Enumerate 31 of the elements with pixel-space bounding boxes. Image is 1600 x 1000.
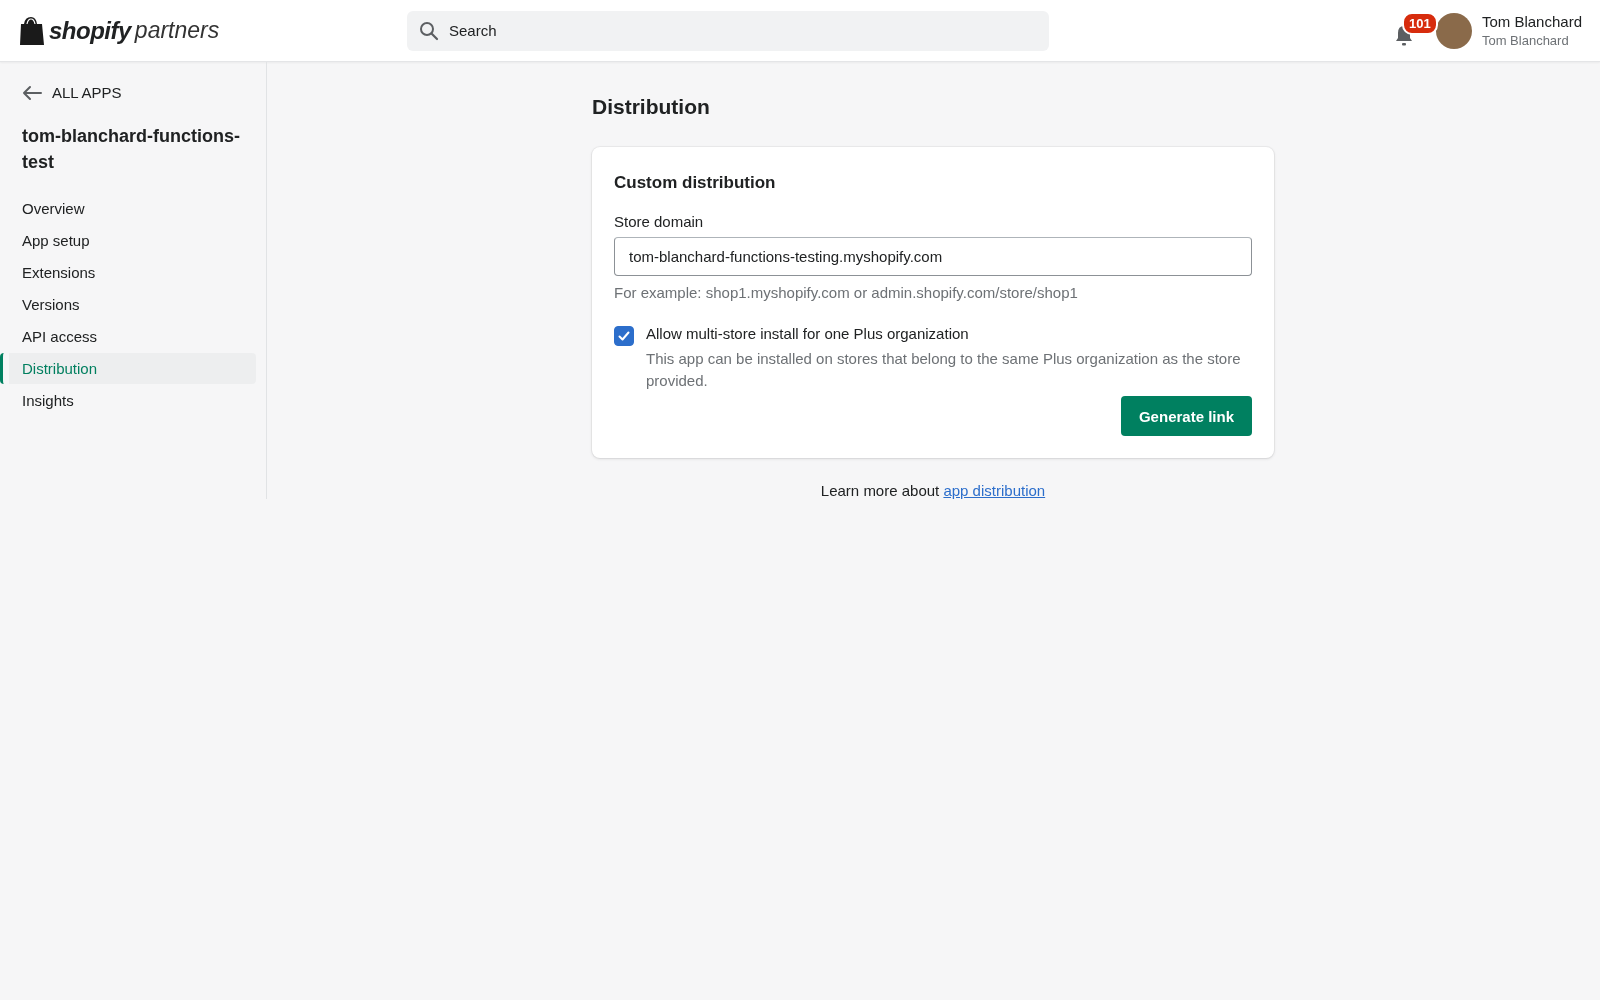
logo-text: partners: [134, 17, 220, 44]
search-field[interactable]: Search: [407, 10, 1049, 51]
arrow-left-icon: [22, 84, 42, 101]
checkbox-description: This app can be installed on stores that belong to the same Plus organization as the store provided.: [646, 349, 1242, 391]
input-field[interactable]: tom-blanchard-functions-testing.myshopify.com: [614, 237, 1252, 276]
logo-text: shopify: [49, 16, 131, 45]
sidebar-item[interactable]: Extensions: [0, 257, 256, 288]
footer-text: Learn more about app distribution: [819, 482, 1047, 499]
help-text: For example: shop1.myshopify.com or admin.shopify.com/store/shop1: [614, 284, 1079, 301]
sidebar-item[interactable]: App setup: [0, 225, 256, 256]
search-icon: [419, 20, 439, 41]
card-title: Custom distribution: [614, 173, 777, 193]
shopping-bag-icon: [18, 15, 45, 46]
sidebar-item[interactable]: Distribution: [0, 353, 256, 384]
sidebar-item[interactable]: Versions: [0, 289, 256, 320]
app-name: tom-blanchard-functions-test: [22, 125, 241, 174]
sidebar-item[interactable]: Insights: [0, 385, 256, 416]
notification-badge: 101: [1401, 11, 1438, 35]
page-title: Distribution: [592, 95, 711, 119]
avatar-placeholder[interactable]: [1435, 12, 1472, 49]
generate-link-button[interactable]: Generate link: [1120, 396, 1252, 436]
user-subtitle: Tom Blanchard: [1481, 33, 1570, 48]
user-name[interactable]: Tom Blanchard: [1481, 13, 1582, 30]
app-distribution-link[interactable]: app distribution: [943, 482, 1046, 499]
checkmark-icon: [617, 329, 631, 343]
checkbox-label: Allow multi-store install for one Plus organization: [646, 325, 970, 342]
checkbox[interactable]: [614, 326, 634, 346]
sidebar-item[interactable]: Overview: [0, 193, 256, 224]
sidebar-item[interactable]: API access: [0, 321, 256, 352]
field-label: Store domain: [614, 213, 705, 230]
back-link[interactable]: ALL APPS: [22, 84, 122, 101]
